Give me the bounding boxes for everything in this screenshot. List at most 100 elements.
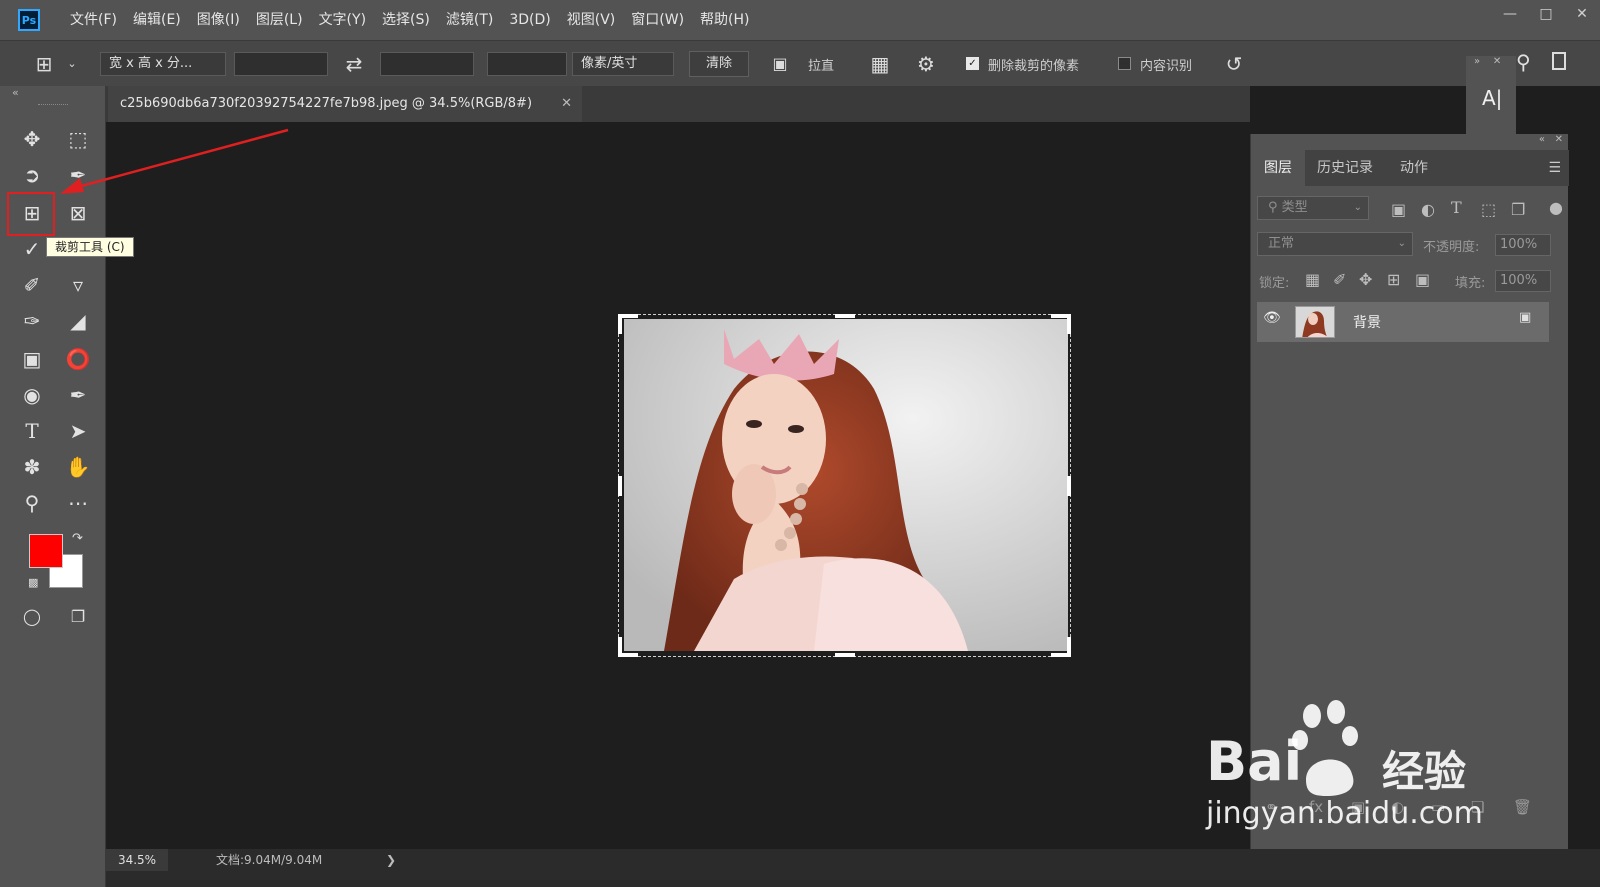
close-icon[interactable]: ✕ bbox=[561, 86, 572, 122]
eraser-tool-icon[interactable]: ◢ bbox=[60, 306, 96, 336]
crop-frame[interactable] bbox=[618, 314, 1071, 657]
minimize-icon[interactable]: — bbox=[1492, 0, 1528, 28]
history-brush-tool-icon[interactable]: ✑ bbox=[14, 306, 50, 336]
brush-tool-icon[interactable]: ✐ bbox=[14, 270, 50, 300]
straighten-label[interactable]: 拉直 bbox=[808, 55, 834, 74]
menu-filter[interactable]: 滤镜(T) bbox=[438, 0, 501, 40]
more-tools-icon[interactable]: ⋯ bbox=[60, 488, 96, 518]
menu-layer[interactable]: 图层(L) bbox=[248, 0, 311, 40]
marquee-tool-icon[interactable]: ⬚ bbox=[60, 124, 96, 154]
quick-mask-icon[interactable]: ◯ bbox=[14, 602, 50, 632]
type-tool-icon[interactable]: T bbox=[14, 416, 50, 446]
chevron-down-icon: ⌄ bbox=[1353, 202, 1362, 213]
maximize-icon[interactable]: □ bbox=[1528, 0, 1564, 28]
crop-handle-right[interactable] bbox=[1067, 476, 1071, 496]
character-panel-icon[interactable]: A| bbox=[1482, 86, 1502, 110]
screen-mode-icon[interactable]: ❐ bbox=[60, 602, 96, 632]
lock-position-icon[interactable]: ✥ bbox=[1359, 270, 1372, 289]
crop-preset-icon[interactable]: ⊞ bbox=[30, 51, 58, 77]
menu-type[interactable]: 文字(Y) bbox=[311, 0, 374, 40]
shape-tool-icon[interactable]: ✽ bbox=[14, 452, 50, 482]
filter-shape-icon[interactable]: ⬚ bbox=[1481, 200, 1496, 219]
chevron-right-icon[interactable]: ❯ bbox=[386, 849, 396, 871]
filter-toggle-icon[interactable]: ● bbox=[1549, 198, 1563, 217]
stamp-tool-icon[interactable]: ▿ bbox=[60, 270, 96, 300]
delete-cropped-checkbox[interactable]: ✓ bbox=[966, 57, 979, 70]
document-tab[interactable]: c25b690db6a730f20392754227fe7b98.jpeg @ … bbox=[108, 86, 582, 122]
menu-image[interactable]: 图像(I) bbox=[189, 0, 248, 40]
quick-select-tool-icon[interactable]: ✒ bbox=[60, 160, 96, 190]
crop-handle-left[interactable] bbox=[618, 476, 622, 496]
close-icon[interactable]: ✕ bbox=[1555, 134, 1563, 145]
lasso-tool-icon[interactable]: ➲ bbox=[14, 160, 50, 190]
height-input[interactable] bbox=[380, 52, 474, 76]
menu-window[interactable]: 窗口(W) bbox=[623, 0, 692, 40]
collapse-icon[interactable]: « bbox=[1539, 134, 1545, 145]
filter-pixel-icon[interactable]: ▣ bbox=[1391, 200, 1406, 219]
crop-handle-bottom-left-v[interactable] bbox=[618, 637, 622, 657]
gear-icon[interactable]: ⚙ bbox=[912, 51, 940, 77]
close-icon[interactable]: ✕ bbox=[1564, 0, 1600, 28]
menu-view[interactable]: 视图(V) bbox=[559, 0, 624, 40]
crop-handle-top[interactable] bbox=[835, 314, 855, 318]
collapse-icon[interactable]: « bbox=[12, 86, 19, 99]
menu-3d[interactable]: 3D(D) bbox=[501, 0, 558, 40]
menu-select[interactable]: 选择(S) bbox=[374, 0, 438, 40]
filter-smart-object-icon[interactable]: ❐ bbox=[1511, 200, 1525, 219]
resolution-input[interactable] bbox=[487, 52, 567, 76]
tab-actions[interactable]: 动作 bbox=[1387, 150, 1441, 186]
menu-file[interactable]: 文件(F) bbox=[62, 0, 125, 40]
move-tool-icon[interactable]: ✥ bbox=[14, 124, 50, 154]
blur-tool-icon[interactable]: ⭕ bbox=[60, 344, 96, 374]
dodge-tool-icon[interactable]: ◉ bbox=[14, 380, 50, 410]
unit-select[interactable]: 像素/英寸 bbox=[572, 52, 674, 76]
menu-help[interactable]: 帮助(H) bbox=[692, 0, 757, 40]
swap-colors-icon[interactable]: ↷ bbox=[72, 531, 83, 546]
zoom-level[interactable]: 34.5% bbox=[106, 849, 168, 871]
filter-adjustment-icon[interactable]: ◐ bbox=[1421, 200, 1435, 219]
blend-mode-select[interactable]: 正常 ⌄ bbox=[1257, 232, 1413, 256]
workspace-icon[interactable] bbox=[1552, 52, 1566, 70]
path-select-tool-icon[interactable]: ➤ bbox=[60, 416, 96, 446]
eye-icon[interactable]: 👁 bbox=[1263, 310, 1281, 326]
width-input[interactable] bbox=[234, 52, 328, 76]
gradient-tool-icon[interactable]: ▣ bbox=[14, 344, 50, 374]
foreground-color-swatch[interactable] bbox=[29, 534, 63, 568]
search-icon[interactable]: ⚲ bbox=[1516, 50, 1531, 74]
dock-expand-icon[interactable]: » ✕ bbox=[1466, 56, 1516, 74]
crop-handle-top-left-v[interactable] bbox=[618, 314, 622, 334]
lock-image-icon[interactable]: ✐ bbox=[1333, 270, 1346, 289]
menu-edit[interactable]: 编辑(E) bbox=[125, 0, 189, 40]
crop-handle-bottom[interactable] bbox=[835, 653, 855, 657]
lock-artboard-icon[interactable]: ⊞ bbox=[1387, 270, 1400, 289]
crop-handle-bottom-right-v[interactable] bbox=[1067, 637, 1071, 657]
frame-tool-icon[interactable]: ⊠ bbox=[60, 198, 96, 228]
default-colors-icon[interactable]: ▩ bbox=[28, 576, 38, 589]
zoom-tool-icon[interactable]: ⚲ bbox=[14, 488, 50, 518]
swap-icon[interactable]: ⇄ bbox=[340, 51, 368, 77]
grid-overlay-icon[interactable]: ▦ bbox=[866, 51, 894, 77]
panel-menu-icon[interactable]: ☰ bbox=[1548, 160, 1561, 176]
layer-filter-select[interactable]: ⚲ 类型 ⌄ bbox=[1257, 196, 1369, 220]
lock-all-icon[interactable]: ▣ bbox=[1415, 270, 1430, 289]
fill-input[interactable]: 100% bbox=[1495, 270, 1551, 292]
toolbar-grip[interactable] bbox=[38, 104, 68, 107]
tab-history[interactable]: 历史记录 bbox=[1307, 150, 1383, 186]
filter-type-icon[interactable]: T bbox=[1451, 198, 1462, 217]
hand-tool-icon[interactable]: ✋ bbox=[60, 452, 96, 482]
clear-button[interactable]: 清除 bbox=[689, 51, 749, 77]
layer-row-background[interactable]: 👁 背景 ▣ bbox=[1257, 302, 1549, 342]
lock-icon[interactable]: ▣ bbox=[1519, 310, 1531, 325]
pen-tool-icon[interactable]: ✒ bbox=[60, 380, 96, 410]
straighten-icon[interactable]: ▣ bbox=[766, 51, 794, 77]
tab-layers[interactable]: 图层 bbox=[1251, 150, 1305, 186]
content-aware-checkbox[interactable] bbox=[1118, 57, 1131, 70]
ratio-select[interactable]: 宽 x 高 x 分... bbox=[100, 52, 226, 76]
canvas-area[interactable] bbox=[106, 122, 1250, 849]
reset-icon[interactable]: ↺ bbox=[1220, 51, 1248, 77]
chevron-down-icon[interactable]: ⌄ bbox=[64, 51, 80, 77]
lock-transparent-icon[interactable]: ▦ bbox=[1305, 270, 1320, 289]
opacity-input[interactable]: 100% bbox=[1495, 234, 1551, 256]
eyedropper-tool-icon[interactable]: ✓ bbox=[14, 234, 50, 264]
crop-handle-top-right-v[interactable] bbox=[1067, 314, 1071, 334]
